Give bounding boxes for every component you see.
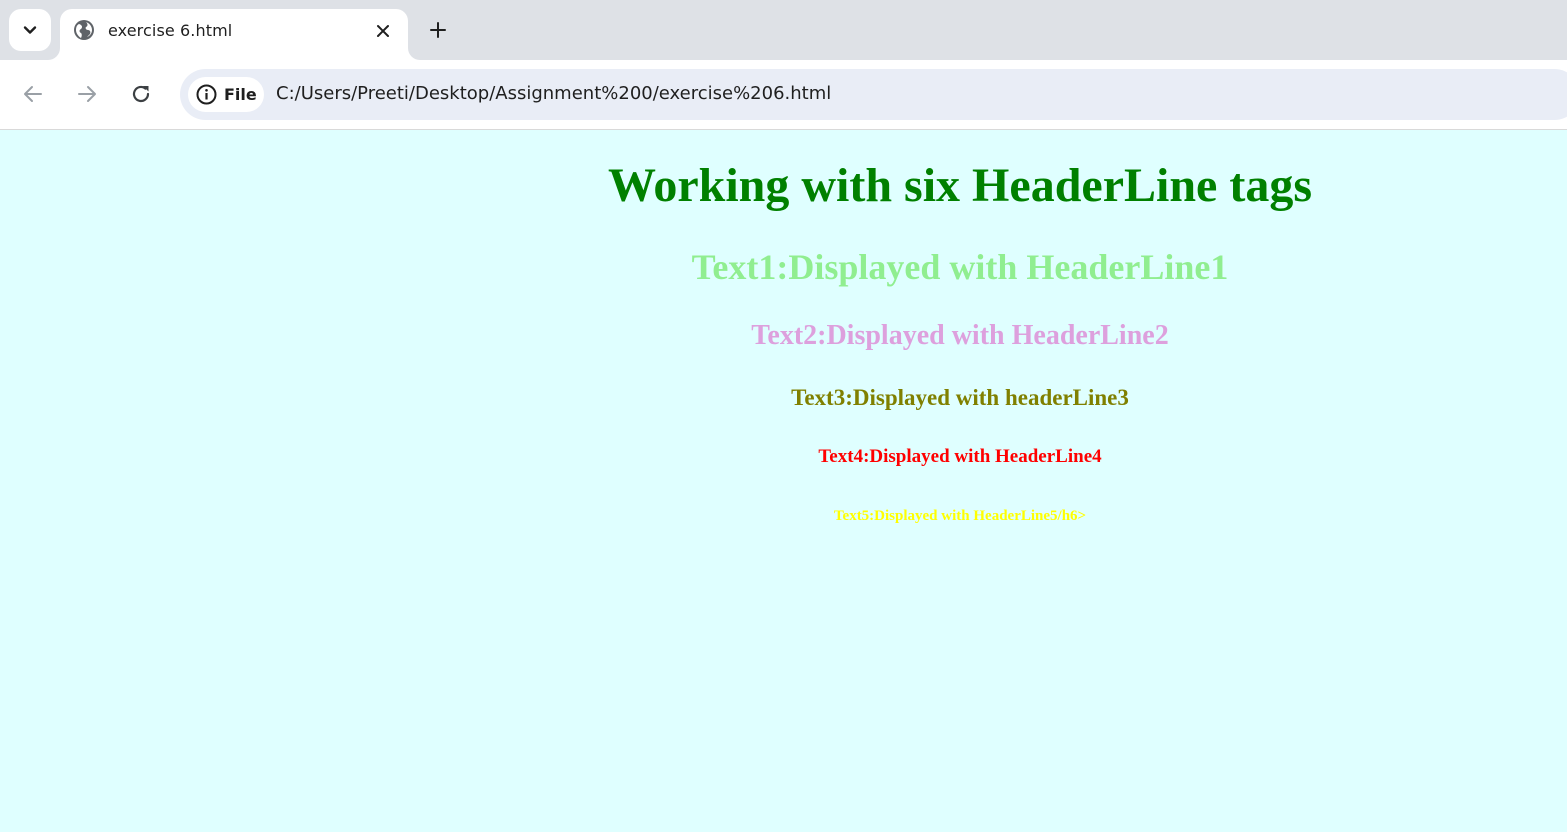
back-button[interactable] xyxy=(19,80,47,108)
heading-text3: Text3:Displayed with headerLine3 xyxy=(791,385,1129,410)
chevron-down-icon xyxy=(23,26,37,34)
heading-text5: Text5:Displayed with HeaderLine5/h6> xyxy=(833,508,1087,524)
forward-button[interactable] xyxy=(73,80,101,108)
url-text[interactable]: C:/Users/Preeti/Desktop/Assignment%200/e… xyxy=(276,83,831,104)
site-chip-label: File xyxy=(224,85,257,104)
tab-strip: exercise 6.html xyxy=(0,0,1567,60)
site-info-chip[interactable]: File xyxy=(188,77,264,112)
close-icon xyxy=(377,25,389,37)
tab-title: exercise 6.html xyxy=(108,21,233,40)
globe-icon xyxy=(74,20,94,40)
arrow-right-icon xyxy=(78,86,96,102)
reload-icon xyxy=(132,85,150,103)
tab-active[interactable]: exercise 6.html xyxy=(60,9,408,60)
heading-text4: Text4:Displayed with HeaderLine4 xyxy=(818,446,1102,467)
browser-window: exercise 6.html File C:/Users/Preeti/Des… xyxy=(0,0,1567,832)
tab-close-button[interactable] xyxy=(372,20,394,42)
page-title: Working with six HeaderLine tags xyxy=(607,159,1313,212)
arrow-left-icon xyxy=(24,86,42,102)
plus-icon xyxy=(430,22,446,38)
heading-text2: Text2:Displayed with HeaderLine2 xyxy=(751,320,1169,351)
page-viewport: Working with six HeaderLine tags Text1:D… xyxy=(0,130,1567,832)
info-icon xyxy=(196,84,217,105)
new-tab-button[interactable] xyxy=(424,16,452,44)
reload-button[interactable] xyxy=(127,80,155,108)
heading-text1: Text1:Displayed with HeaderLine1 xyxy=(691,247,1229,287)
browser-toolbar: File C:/Users/Preeti/Desktop/Assignment%… xyxy=(0,60,1567,130)
address-bar[interactable]: File C:/Users/Preeti/Desktop/Assignment%… xyxy=(180,69,1567,120)
tab-search-button[interactable] xyxy=(9,9,51,51)
